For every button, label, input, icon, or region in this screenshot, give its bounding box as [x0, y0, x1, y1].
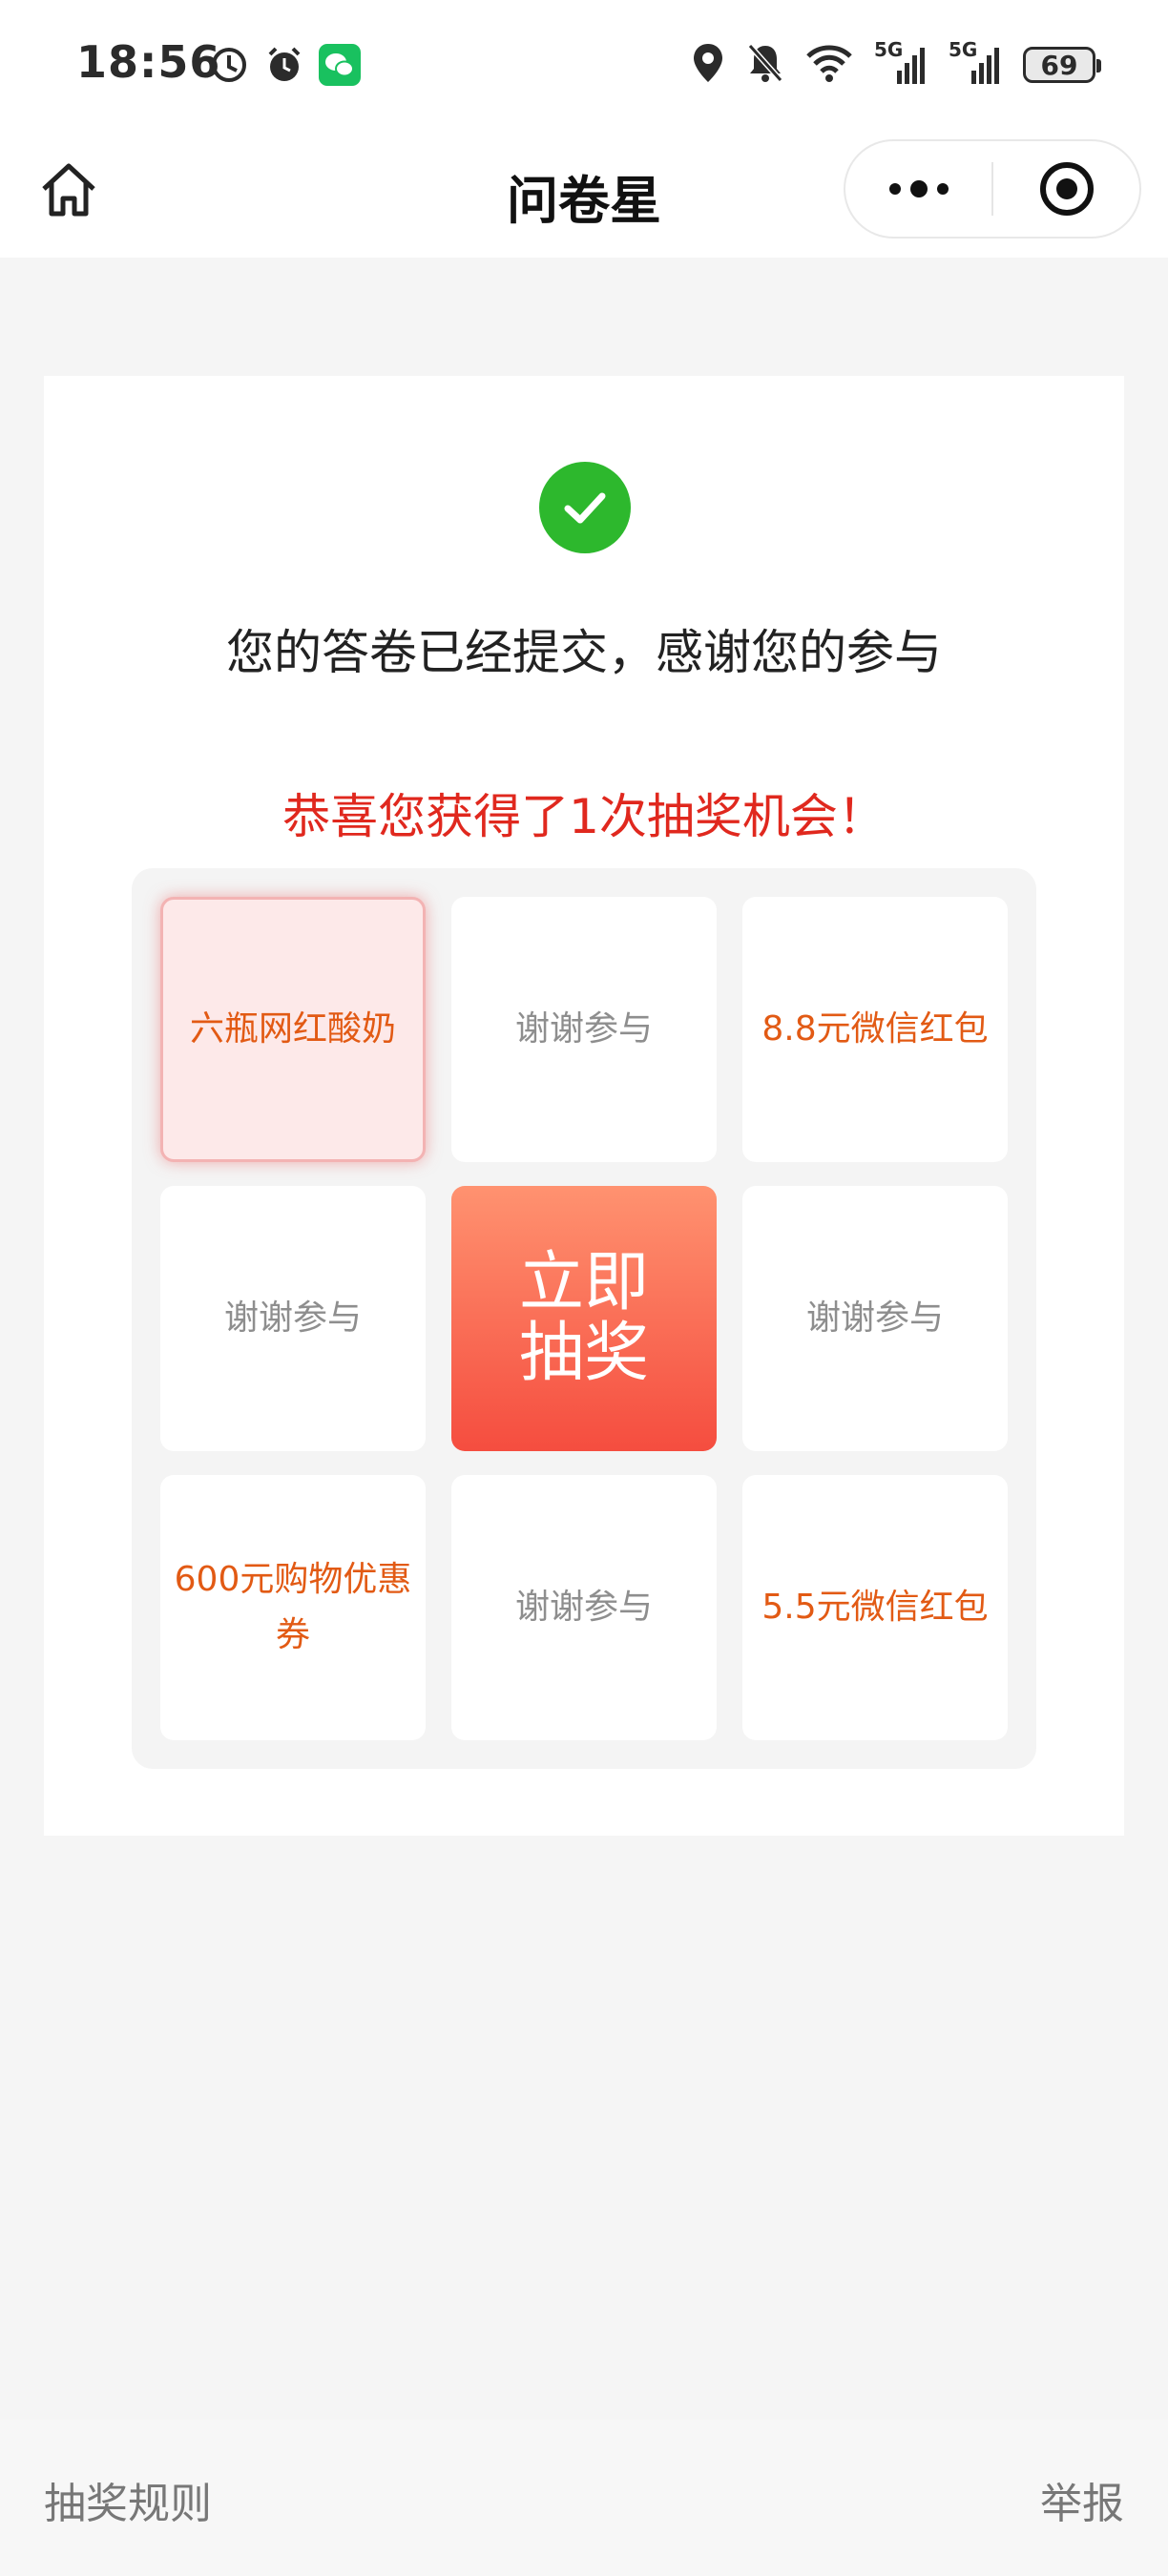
submit-message: 您的答卷已经提交，感谢您的参与: [226, 625, 942, 680]
more-dots-icon: [888, 180, 949, 197]
status-time: 18:56: [76, 36, 221, 88]
cell-label: 六瓶网红酸奶: [189, 1009, 396, 1049]
lottery-cell-prize: 5.5元微信红包: [742, 1475, 1008, 1740]
signal-icon: 5G: [949, 38, 1002, 86]
close-mini-program-button[interactable]: [993, 141, 1139, 237]
lottery-cell-thanks: 谢谢参与: [451, 897, 717, 1162]
more-button[interactable]: [845, 141, 991, 237]
cell-label: 谢谢参与: [514, 1588, 653, 1627]
mini-program-close-icon: [1039, 162, 1094, 216]
lottery-cell-prize: 六瓶网红酸奶: [160, 897, 426, 1162]
lottery-cell-thanks: 谢谢参与: [160, 1186, 426, 1451]
draw-now-button[interactable]: 立即抽奖: [451, 1186, 717, 1451]
cell-label: 谢谢参与: [223, 1298, 362, 1338]
network-type-label: 5G: [949, 38, 978, 61]
lottery-cell-prize: 600元购物优惠券: [160, 1475, 426, 1740]
status-bar: 18:56 5G 5G 69: [0, 0, 1168, 134]
battery-level: 69: [1040, 49, 1078, 81]
mute-icon: [746, 42, 784, 88]
lottery-cell-thanks: 谢谢参与: [451, 1475, 717, 1740]
lottery-cell-prize: 8.8元微信红包: [742, 897, 1008, 1162]
cell-label: 5.5元微信红包: [761, 1588, 989, 1627]
wifi-icon: [805, 43, 853, 87]
mini-program-capsule: [844, 139, 1141, 239]
draw-button-label: 立即抽奖: [518, 1245, 649, 1391]
signal-icon: 5G: [874, 38, 928, 86]
cell-label: 8.8元微信红包: [761, 1009, 989, 1049]
lottery-rules-link[interactable]: 抽奖规则: [44, 2469, 212, 2530]
wechat-icon: [319, 44, 361, 86]
cell-label: 谢谢参与: [805, 1298, 944, 1338]
location-icon: [691, 42, 725, 88]
check-circle-icon: [539, 462, 631, 553]
alarm-icon: [263, 44, 305, 86]
congrats-message: 恭喜您获得了1次抽奖机会！: [282, 789, 886, 844]
battery-icon: 69: [1023, 47, 1101, 83]
lottery-board: 六瓶网红酸奶 谢谢参与 8.8元微信红包 谢谢参与 立即抽奖 谢谢参与 600元…: [132, 868, 1036, 1769]
report-link[interactable]: 举报: [1040, 2469, 1124, 2530]
cell-label: 600元购物优惠券: [174, 1560, 412, 1654]
status-right-icons: 5G 5G 69: [691, 38, 1101, 88]
footer: 抽奖规则 举报: [0, 2420, 1168, 2576]
status-left-icons: [208, 44, 361, 86]
result-card: 您的答卷已经提交，感谢您的参与 恭喜您获得了1次抽奖机会！ 六瓶网红酸奶 谢谢参…: [44, 376, 1124, 1836]
network-type-label: 5G: [874, 38, 904, 61]
data-saver-icon: [208, 44, 250, 86]
lottery-cell-thanks: 谢谢参与: [742, 1186, 1008, 1451]
nav-bar: 问卷星: [0, 134, 1168, 258]
cell-label: 谢谢参与: [514, 1009, 653, 1049]
